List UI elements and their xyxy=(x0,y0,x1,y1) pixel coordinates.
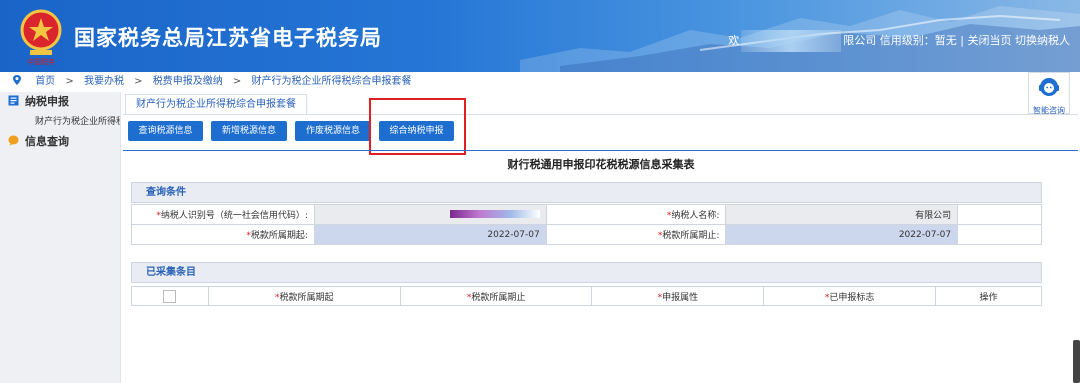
select-all-cell xyxy=(131,286,209,306)
column-label: 税款所属期起 xyxy=(279,292,334,303)
breadcrumb-separator: > xyxy=(65,76,74,87)
period-end-field[interactable]: 2022-07-07 xyxy=(725,224,959,245)
column-label: 申报属性 xyxy=(662,292,699,303)
period-end-label: 税款所属期止: xyxy=(662,231,720,241)
location-pin-icon xyxy=(13,75,21,85)
breadcrumb-tax-affairs[interactable]: 我要办税 xyxy=(84,76,124,87)
taxpayer-name-label-cell: *纳税人名称: xyxy=(545,204,727,225)
column-header: *税款所属期止 xyxy=(399,286,593,306)
add-tax-source-button[interactable]: 新增税源信息 xyxy=(211,121,287,141)
select-all-checkbox[interactable] xyxy=(163,289,177,303)
chat-bubble-icon xyxy=(8,135,19,146)
collected-section-header: 已采集条目 xyxy=(131,262,1042,283)
sidebar: 纳税申报 财产行为税企业所得税 信息查询 xyxy=(0,92,121,383)
company-name: 限公司 xyxy=(843,34,877,47)
svg-text:中国税务: 中国税务 xyxy=(27,57,55,66)
column-label: 税款所属期止 xyxy=(471,292,526,303)
toolbar: 查询税源信息 新增税源信息 作废税源信息 综合纳税申报 xyxy=(123,114,1078,150)
close-page-link[interactable]: 关闭当页 xyxy=(968,34,1012,47)
sidebar-item-info-query[interactable]: 信息查询 xyxy=(0,132,120,152)
column-label: 操作 xyxy=(979,292,998,303)
credit-rating: 信用级别：暂无 xyxy=(879,34,957,47)
empty-cell xyxy=(957,204,1042,225)
breadcrumb: 首页 > 我要办税 > 税费申报及缴纳 > 财产行为税企业所得税综合申报套餐 xyxy=(0,72,1080,92)
query-tax-source-button[interactable]: 查询税源信息 xyxy=(128,121,203,141)
column-header: *税款所属期起 xyxy=(207,286,401,306)
switch-taxpayer-link[interactable]: 切换纳税人 xyxy=(1015,34,1070,47)
user-bar: 欢 限公司 信用级别：暂无 | 关闭当页 切换纳税人 xyxy=(728,30,1070,52)
breadcrumb-separator: > xyxy=(134,76,143,87)
table-header-row: *税款所属期起 *税款所属期止 *申报属性 *已申报标志 操作 xyxy=(131,286,1042,306)
column-header: *申报属性 xyxy=(591,286,765,306)
sidebar-item-tax-declaration[interactable]: 纳税申报 xyxy=(0,92,120,112)
column-header: 操作 xyxy=(935,286,1042,306)
sidebar-item-label: 信息查询 xyxy=(25,135,69,148)
taxpayer-id-label-cell: *纳税人识别号（统一社会信用代码）: xyxy=(131,204,315,225)
taxpayer-id-label: 纳税人识别号（统一社会信用代码）: xyxy=(160,211,308,221)
column-label: 已申报标志 xyxy=(829,292,875,303)
query-conditions-table: *纳税人识别号（统一社会信用代码）: *纳税人名称: 有限公司 *税款所属期起:… xyxy=(131,204,1042,245)
sidebar-subitem-property-tax[interactable]: 财产行为税企业所得税 xyxy=(0,112,120,132)
red-highlight-box xyxy=(369,98,466,155)
taxpayer-id-field[interactable] xyxy=(313,204,547,225)
period-start-label-cell: *税款所属期起: xyxy=(131,224,315,245)
collected-items-table: *税款所属期起 *税款所属期止 *申报属性 *已申报标志 操作 xyxy=(131,286,1042,306)
query-section-header: 查询条件 xyxy=(131,182,1042,203)
redacted-name xyxy=(741,30,842,52)
redacted-taxpayer-id xyxy=(449,210,540,218)
form-title: 财行税通用申报印花税税源信息采集表 xyxy=(507,158,695,171)
tab-property-tax-package[interactable]: 财产行为税企业所得税综合申报套餐 xyxy=(125,94,307,114)
site-header: 中国税务 国家税务总局江苏省电子税务局 欢 限公司 信用级别：暂无 | 关闭当页 … xyxy=(0,0,1080,72)
empty-cell xyxy=(957,224,1042,245)
period-start-label: 税款所属期起: xyxy=(250,231,308,241)
breadcrumb-separator: > xyxy=(232,76,242,87)
sidebar-item-label: 纳税申报 xyxy=(25,95,69,108)
breadcrumb-current: 财产行为税企业所得税综合申报套餐 xyxy=(251,76,412,87)
tab-strip: 财产行为税企业所得税综合申报套餐 xyxy=(123,94,1078,114)
declaration-icon xyxy=(8,95,19,106)
breadcrumb-home[interactable]: 首页 xyxy=(35,76,55,87)
scrollbar-handle[interactable] xyxy=(1073,340,1080,383)
tax-emblem-logo: 中国税务 xyxy=(20,9,62,66)
welcome-text: 欢 xyxy=(728,34,740,47)
site-title: 国家税务总局江苏省电子税务局 xyxy=(74,26,382,50)
toolbar-divider xyxy=(123,150,1078,151)
column-header: *已申报标志 xyxy=(763,286,937,306)
taxpayer-name-label: 纳税人名称: xyxy=(671,211,720,221)
taxpayer-name-field[interactable]: 有限公司 xyxy=(725,204,959,225)
period-end-label-cell: *税款所属期止: xyxy=(545,224,727,245)
period-start-field[interactable]: 2022-07-07 xyxy=(313,224,547,245)
divider: | xyxy=(960,34,964,47)
void-tax-source-button[interactable]: 作废税源信息 xyxy=(295,121,371,141)
breadcrumb-declaration[interactable]: 税费申报及缴纳 xyxy=(153,76,223,87)
